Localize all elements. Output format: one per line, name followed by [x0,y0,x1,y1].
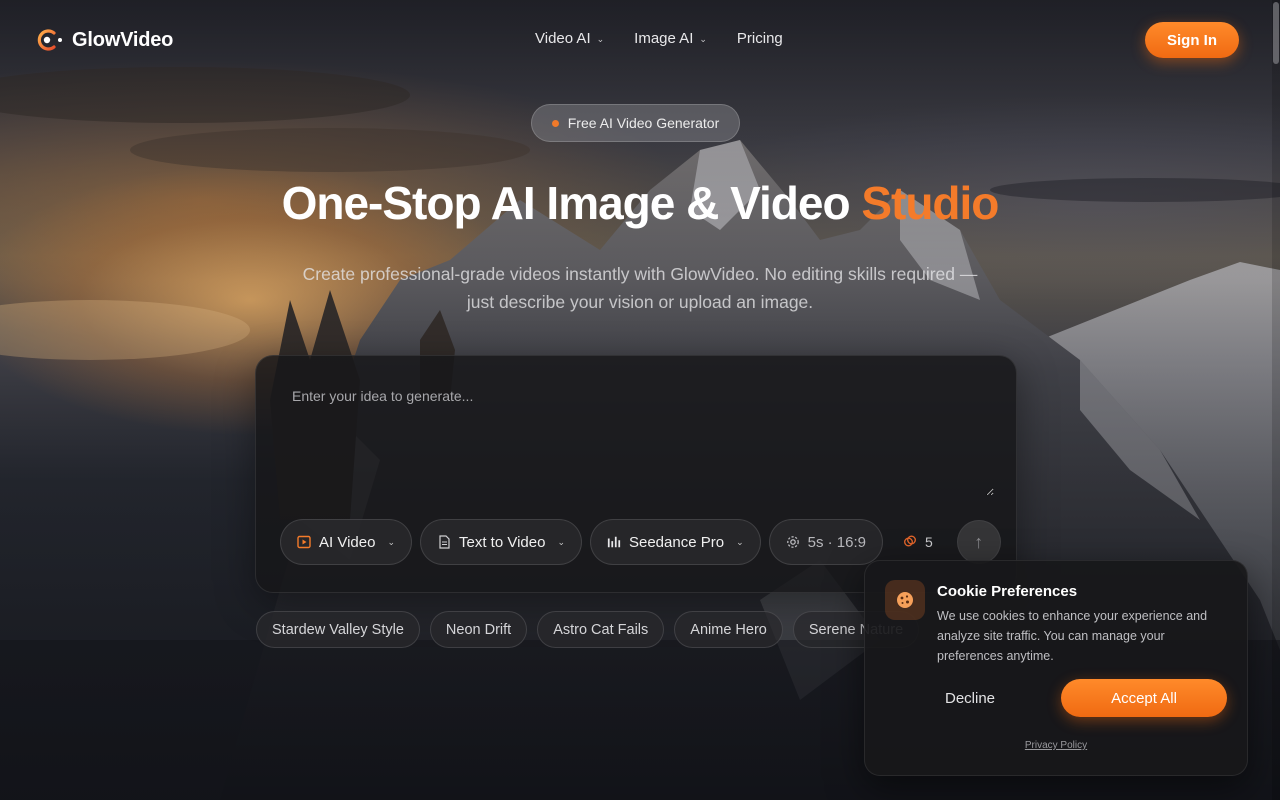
privacy-policy-link[interactable]: Privacy Policy [865,740,1247,751]
badge-dot-icon [551,119,559,127]
hero-badge: Free AI Video Generator [531,104,740,142]
bars-icon [607,535,621,549]
cookie-description: We use cookies to enhance your experienc… [937,609,1208,663]
mode-select-label: AI Video [319,533,376,551]
video-settings-label: 5s · 16:9 [807,533,866,551]
video-frame-icon [297,535,311,549]
nav-image-ai-label: Image AI [634,30,694,47]
example-chip[interactable]: Neon Drift [429,611,528,648]
scrollbar-thumb[interactable] [1273,2,1279,64]
cookie-icon [885,580,925,620]
mode-select[interactable]: AI Video ⌄ [280,519,412,565]
example-chip[interactable]: Astro Cat Fails [537,611,665,648]
prompt-toolbar: AI Video ⌄ Text to Video ⌄ Seedance Pro … [280,519,1001,565]
sign-in-button[interactable]: Sign In [1145,22,1239,58]
generation-type-select[interactable]: Text to Video ⌄ [419,519,582,565]
page-scrollbar[interactable] [1272,0,1280,800]
video-settings-button[interactable]: 5s · 16:9 [768,519,883,565]
hero-title: One-Stop AI Image & Video Studio [0,176,1280,230]
chevron-down-icon: ⌄ [557,536,565,547]
model-select[interactable]: Seedance Pro ⌄ [589,519,761,565]
nav-image-ai[interactable]: Image AI ⌄ [634,30,707,47]
nav-pricing-label: Pricing [736,30,783,47]
chevron-down-icon: ⌄ [387,536,395,547]
cookie-title: Cookie Preferences [937,583,1078,600]
prompt-panel: AI Video ⌄ Text to Video ⌄ Seedance Pro … [255,355,1017,593]
hero-subtitle: Create professional-grade videos instant… [302,264,978,312]
hero-title-main: One-Stop AI Image & Video [281,177,862,229]
nav-links: Video AI ⌄ Image AI ⌄ Pricing [535,30,783,47]
nav-video-ai-label: Video AI [535,30,591,47]
model-select-label: Seedance Pro [628,533,725,551]
prompt-input[interactable] [280,382,994,496]
credit-cost-value: 5 [924,534,933,550]
arrow-up-icon: ↑ [974,531,984,552]
top-nav: GlowVideo Video AI ⌄ Image AI ⌄ Pricing … [0,0,1280,80]
document-icon [437,535,451,549]
hero-title-accent: Studio [861,177,999,229]
chevron-down-icon: ⌄ [736,536,744,547]
chevron-down-icon: ⌄ [699,34,707,44]
coins-icon [903,534,917,551]
accept-all-cookies-button[interactable]: Accept All [1061,679,1227,717]
generation-type-label: Text to Video [458,533,546,551]
hero-badge-label: Free AI Video Generator [567,115,720,131]
decline-cookies-button[interactable]: Decline [925,679,1015,717]
nav-pricing[interactable]: Pricing [737,30,783,47]
gear-icon [786,535,800,549]
logo-icon [36,28,64,52]
example-chip[interactable]: Stardew Valley Style [256,611,420,648]
cookie-consent-panel: Cookie Preferences We use cookies to enh… [864,560,1248,776]
chevron-down-icon: ⌄ [596,34,605,44]
brand-logo[interactable]: GlowVideo [36,28,173,52]
generate-button[interactable]: ↑ [956,520,1001,564]
credit-cost: 5 [903,534,933,551]
brand-name: GlowVideo [72,28,174,51]
example-prompts: Stardew Valley Style Neon Drift Astro Ca… [256,611,920,648]
nav-video-ai[interactable]: Video AI ⌄ [535,30,604,47]
example-chip[interactable]: Anime Hero [674,611,783,648]
